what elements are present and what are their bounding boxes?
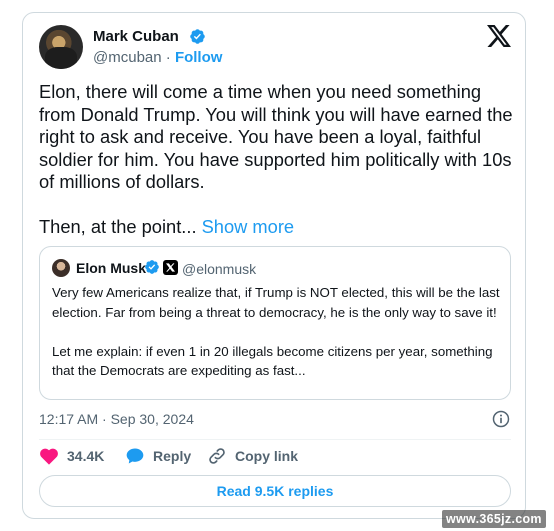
copy-link-label: Copy link: [235, 448, 299, 464]
tweet-text: Elon, there will come a time when you ne…: [39, 81, 517, 239]
show-more-link[interactable]: Show more: [197, 216, 294, 237]
tweet-paragraph: Elon, there will come a time when you ne…: [39, 81, 513, 192]
quoted-paragraph: Very few Americans realize that, if Trum…: [52, 285, 500, 320]
quoted-tweet-text: Very few Americans realize that, if Trum…: [52, 283, 504, 381]
quoted-paragraph: Let me explain: if even 1 in 20 illegals…: [52, 343, 493, 379]
verified-badge-icon: [190, 29, 205, 44]
quoted-author-handle: @elonmusk: [182, 261, 257, 277]
watermark: www.365jz.com: [442, 510, 546, 528]
quoted-tweet[interactable]: Elon Musk @elonmusk Very few Americans r…: [39, 246, 511, 400]
x-logo-icon[interactable]: [487, 25, 511, 47]
x-affiliation-icon: [163, 260, 178, 275]
speech-bubble-icon: [126, 448, 144, 464]
verified-badge-icon: [145, 260, 159, 274]
author-handle-row: @mcuban · Follow: [93, 49, 222, 66]
divider: [39, 439, 511, 440]
like-button[interactable]: 34.4K: [39, 446, 104, 466]
tweet-paragraph-text: Then, at the point...: [39, 216, 197, 237]
tweet-paragraph: Then, at the point... Show more: [39, 216, 517, 239]
reply-label: Reply: [153, 448, 192, 464]
read-replies-button[interactable]: Read 9.5K replies: [39, 475, 511, 507]
quoted-author-name: Elon Musk: [76, 260, 147, 276]
author-name[interactable]: Mark Cuban: [93, 28, 179, 45]
link-icon: [209, 448, 225, 464]
follow-button[interactable]: Follow: [175, 49, 223, 66]
tweet-timestamp[interactable]: 12:17 AM · Sep 30, 2024: [39, 411, 194, 427]
handle-separator: ·: [165, 49, 171, 66]
quoted-author-avatar: [52, 259, 70, 277]
like-count: 34.4K: [67, 448, 105, 464]
heart-icon: [40, 448, 58, 465]
author-handle[interactable]: @mcuban: [93, 49, 162, 66]
tweet-card: Mark Cuban @mcuban · Follow Elon, there …: [22, 12, 526, 519]
info-icon[interactable]: [491, 409, 511, 429]
reply-button[interactable]: Reply: [125, 446, 191, 466]
copy-link-button[interactable]: Copy link: [207, 446, 298, 466]
author-avatar[interactable]: [39, 25, 83, 69]
